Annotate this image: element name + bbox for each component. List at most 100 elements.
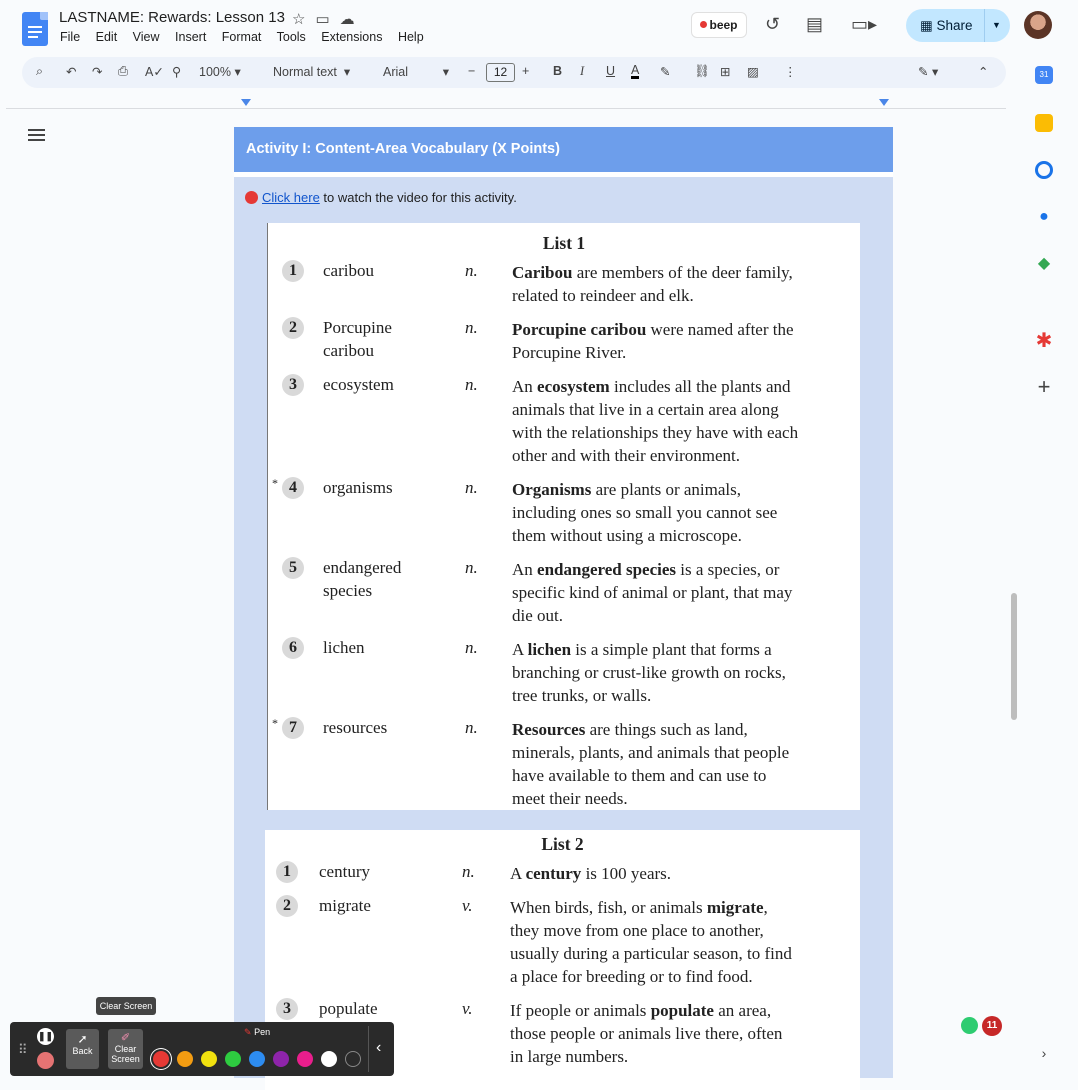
- color-swatch[interactable]: [225, 1051, 241, 1067]
- pen-label: ✎ Pen: [244, 1027, 271, 1037]
- maps-icon[interactable]: ◆: [1035, 255, 1053, 273]
- document-page[interactable]: Activity I: Content-Area Vocabulary (X P…: [234, 127, 893, 1090]
- color-swatch[interactable]: [297, 1051, 313, 1067]
- avatar[interactable]: [1024, 11, 1052, 39]
- beep-button[interactable]: beep: [691, 12, 747, 38]
- print-icon[interactable]: ⎙: [118, 64, 128, 79]
- vocab-word: ecosystem: [323, 375, 394, 394]
- right-indent-marker[interactable]: [879, 99, 889, 106]
- editing-mode-icon[interactable]: ✎ ▾: [918, 64, 938, 79]
- menu-file[interactable]: File: [60, 30, 80, 44]
- menu-edit[interactable]: Edit: [96, 30, 118, 44]
- vocab-word: caribou: [323, 261, 374, 280]
- highlight-icon[interactable]: ✎: [660, 64, 670, 79]
- item-number: 3: [282, 374, 304, 396]
- vocab-word: organisms: [323, 478, 393, 497]
- font-size-input[interactable]: 12: [486, 63, 515, 82]
- video-link[interactable]: Click here: [262, 190, 320, 205]
- contacts-icon[interactable]: ●: [1035, 208, 1053, 226]
- comments-icon[interactable]: ▤: [806, 14, 823, 35]
- add-comment-icon[interactable]: ⊞: [720, 64, 730, 79]
- assistant-icon[interactable]: [961, 1017, 978, 1034]
- version-history-icon[interactable]: ↺: [765, 14, 780, 35]
- star-icon[interactable]: ☆: [292, 11, 315, 28]
- pen-icon: ✎: [244, 1027, 252, 1037]
- search-menus-icon[interactable]: ⌕: [36, 64, 43, 79]
- scrollbar[interactable]: [1011, 593, 1017, 720]
- definition: Organisms are plants or animals, includin…: [512, 480, 778, 545]
- color-swatch[interactable]: [153, 1051, 169, 1067]
- drag-handle-icon[interactable]: ⠿: [18, 1042, 28, 1058]
- document-title[interactable]: LASTNAME: Rewards: Lesson 13: [59, 9, 285, 26]
- part-of-speech: v.: [462, 896, 473, 915]
- definition: When birds, fish, or animals migrate, the…: [510, 898, 792, 986]
- part-of-speech: n.: [465, 261, 478, 280]
- left-indent-marker[interactable]: [241, 99, 251, 106]
- keep-icon[interactable]: [1035, 114, 1053, 132]
- document-outline-icon[interactable]: [28, 129, 45, 144]
- addon-icon[interactable]: ✱: [1035, 331, 1053, 351]
- share-button[interactable]: ▦ Share ▼: [906, 9, 1010, 42]
- tasks-icon[interactable]: [1035, 161, 1053, 179]
- eraser-icon: ✐: [120, 1032, 131, 1044]
- increase-font-icon[interactable]: +: [522, 64, 529, 78]
- menu-help[interactable]: Help: [398, 30, 424, 44]
- cloud-status-icon[interactable]: ☁: [340, 11, 365, 28]
- color-swatch[interactable]: [201, 1051, 217, 1067]
- color-swatch[interactable]: [345, 1051, 361, 1067]
- menu-tools[interactable]: Tools: [277, 30, 306, 44]
- vocab-row: 1 caribou n. Caribou are members of the dee…: [268, 259, 860, 305]
- insert-image-icon[interactable]: ▨: [747, 64, 759, 79]
- move-folder-icon[interactable]: ▭: [315, 11, 339, 28]
- back-button[interactable]: ➚ Back: [66, 1029, 99, 1069]
- undo-icon[interactable]: ↶: [66, 64, 76, 79]
- meet-camera-icon[interactable]: ▭▸: [851, 14, 877, 35]
- underline-icon[interactable]: U: [606, 64, 615, 78]
- item-number: 2: [276, 895, 298, 917]
- collapse-toolbar-icon[interactable]: ‹: [376, 1039, 381, 1057]
- menu-view[interactable]: View: [133, 30, 160, 44]
- item-number: 3: [276, 998, 298, 1020]
- notification-badge[interactable]: 11: [982, 1016, 1002, 1036]
- part-of-speech: n.: [465, 375, 478, 394]
- vocab-row: * 4 organisms n. Organisms are plants or ani…: [268, 476, 860, 545]
- share-dropdown-icon[interactable]: ▼: [992, 9, 1001, 42]
- text-color-icon[interactable]: A: [631, 64, 640, 79]
- pause-icon[interactable]: ❚❚: [37, 1028, 54, 1045]
- bold-icon[interactable]: B: [553, 64, 562, 78]
- paint-format-icon[interactable]: ⚲: [172, 64, 181, 79]
- zoom-select[interactable]: 100% ▾: [199, 64, 241, 79]
- redo-icon[interactable]: ↷: [92, 64, 102, 79]
- vocab-row: 1 century n. A century is 100 years.: [265, 860, 860, 883]
- menu-bar: File Edit View Insert Format Tools Exten…: [60, 30, 436, 44]
- clear-screen-button[interactable]: ✐ Clear Screen: [108, 1029, 143, 1069]
- collapse-menus-icon[interactable]: ⌃: [978, 64, 988, 79]
- list-title: List 1: [542, 233, 586, 253]
- italic-icon[interactable]: I: [580, 64, 584, 79]
- vocab-word: Porcupine caribou: [323, 318, 392, 360]
- color-swatch[interactable]: [321, 1051, 337, 1067]
- more-options-icon[interactable]: ⋮: [784, 64, 797, 79]
- insert-link-icon[interactable]: ⛓: [694, 64, 710, 79]
- color-swatch[interactable]: [249, 1051, 265, 1067]
- menu-extensions[interactable]: Extensions: [321, 30, 382, 44]
- calendar-icon[interactable]: 31: [1035, 66, 1053, 84]
- cursor-icon: ➚: [77, 1032, 88, 1046]
- get-addons-icon[interactable]: +: [1035, 376, 1053, 398]
- part-of-speech: n.: [465, 318, 478, 337]
- definition: Caribou are members of the deer family, r…: [512, 263, 793, 305]
- stop-icon[interactable]: [37, 1052, 54, 1069]
- menu-insert[interactable]: Insert: [175, 30, 206, 44]
- expand-panel-icon[interactable]: ›: [1035, 1044, 1053, 1062]
- spellcheck-icon[interactable]: A✓: [145, 64, 164, 79]
- vocab-word: migrate: [319, 896, 371, 915]
- color-swatch[interactable]: [177, 1051, 193, 1067]
- docs-logo-icon[interactable]: [22, 12, 48, 46]
- decrease-font-icon[interactable]: −: [468, 64, 475, 78]
- paragraph-style-select[interactable]: Normal text ▾: [273, 64, 350, 79]
- color-swatch[interactable]: [273, 1051, 289, 1067]
- vocab-row: 6 lichen n. A lichen is a simple plant that…: [268, 636, 860, 705]
- font-select[interactable]: Arial ▾: [383, 64, 449, 79]
- list-title: List 2: [541, 834, 584, 854]
- menu-format[interactable]: Format: [222, 30, 262, 44]
